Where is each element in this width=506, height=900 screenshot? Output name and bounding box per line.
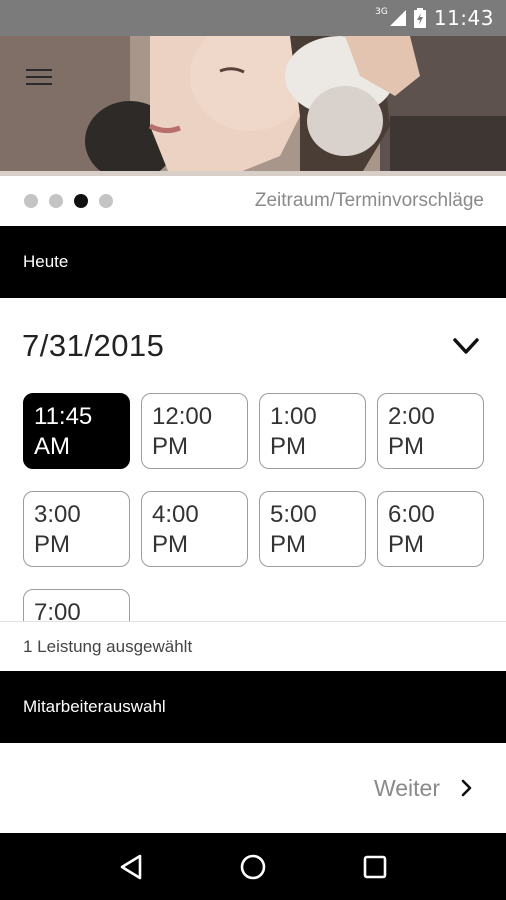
- next-label: Weiter: [373, 774, 440, 801]
- services-summary[interactable]: 1 Leistung ausgewählt: [0, 621, 506, 671]
- time-slot-time: 11:45: [34, 403, 93, 430]
- step-indicator: Zeitraum/Terminvorschläge: [0, 176, 506, 226]
- time-slot-meridiem: AM: [34, 433, 70, 460]
- home-button[interactable]: [233, 847, 273, 887]
- home-circle-icon: [240, 854, 266, 879]
- menu-icon-bar: [26, 83, 52, 85]
- time-slot-meridiem: PM: [388, 433, 424, 460]
- time-slot-time: 7:00: [34, 599, 81, 621]
- menu-icon-bar: [26, 76, 52, 78]
- signal-icon: [389, 10, 406, 26]
- time-slot-button[interactable]: 7:00PM: [23, 589, 130, 621]
- time-slot-time: 3:00: [34, 501, 81, 528]
- system-navigation-bar: [0, 833, 506, 900]
- time-slot-time: 1:00: [270, 403, 317, 430]
- time-slot-button[interactable]: 2:00 PM: [377, 393, 484, 469]
- time-slot-grid: 11:45 AM 12:00 PM 1:00 PM 2:00 PM 3:00 PM 4:00 PM 5:…: [0, 392, 506, 621]
- time-slot-button[interactable]: 1:00 PM: [259, 393, 366, 469]
- back-triangle-icon: [120, 854, 142, 879]
- time-slot-time: 2:00: [388, 403, 435, 430]
- next-button[interactable]: Weiter: [0, 743, 506, 833]
- menu-button[interactable]: [20, 62, 60, 92]
- page-dot: [74, 194, 88, 208]
- time-slot-meridiem: PM: [270, 433, 306, 460]
- step-title: Zeitraum/Terminvorschläge: [254, 190, 484, 211]
- today-section-header[interactable]: Heute: [0, 226, 506, 298]
- time-slot-button[interactable]: 5:00 PM: [259, 491, 366, 567]
- time-slot-button[interactable]: 11:45 AM: [23, 393, 130, 469]
- time-slot-time: 12:00: [152, 403, 213, 430]
- page-dot: [24, 194, 38, 208]
- time-slot-button[interactable]: 3:00 PM: [23, 491, 130, 567]
- selected-date: 7/31/2015: [22, 328, 165, 363]
- battery-icon: [413, 8, 426, 28]
- network-type: 3G: [375, 7, 388, 17]
- time-slot-meridiem: PM: [270, 531, 306, 558]
- time-slot-meridiem: PM: [152, 531, 188, 558]
- page-dot: [99, 194, 113, 208]
- services-label: 1 Leistung ausgewählt: [23, 636, 193, 656]
- time-slot-meridiem: PM: [388, 531, 424, 558]
- recents-square-icon: [363, 855, 387, 878]
- time-slot-button[interactable]: 12:00 PM: [141, 393, 248, 469]
- staff-section-header[interactable]: Mitarbeiterauswahl: [0, 671, 506, 743]
- time-slot-meridiem: PM: [152, 433, 188, 460]
- time-slot-button[interactable]: 6:00 PM: [377, 491, 484, 567]
- time-slot-time: 4:00: [152, 501, 199, 528]
- page-dots: [24, 194, 113, 208]
- time-slot-time: 6:00: [388, 501, 435, 528]
- hero-image: [0, 36, 506, 176]
- status-bar: 3G 11:43: [0, 0, 506, 36]
- time-slot-time: 5:00: [270, 501, 317, 528]
- clock: 11:43: [433, 6, 494, 30]
- today-label: Heute: [23, 252, 69, 271]
- chevron-down-icon[interactable]: [450, 330, 482, 362]
- menu-icon-bar: [26, 69, 52, 71]
- staff-label: Mitarbeiterauswahl: [23, 697, 166, 716]
- back-button[interactable]: [111, 847, 151, 887]
- time-slot-button[interactable]: 4:00 PM: [141, 491, 248, 567]
- time-slot-meridiem: PM: [34, 531, 70, 558]
- page-dot: [49, 194, 63, 208]
- chevron-right-icon: [461, 779, 472, 797]
- recents-button[interactable]: [355, 847, 395, 887]
- date-selector[interactable]: 7/31/2015: [0, 318, 506, 374]
- hero-illustration: [0, 36, 506, 176]
